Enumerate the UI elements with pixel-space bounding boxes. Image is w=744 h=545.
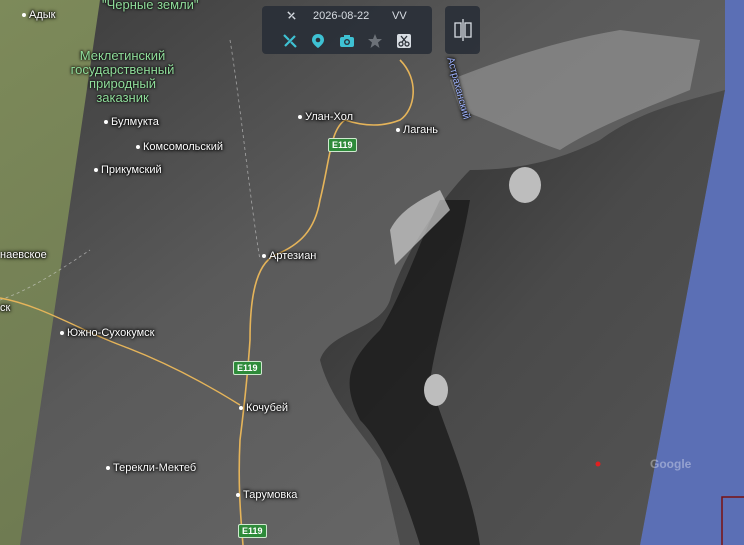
place-label-adyk: Адык xyxy=(22,9,55,21)
place-dot xyxy=(60,331,64,336)
place-label-yuzhno-sukhokumsk: Южно-Сухокумск xyxy=(60,327,154,339)
place-dot xyxy=(396,128,400,133)
image-toolbar: 2026-08-22 VV xyxy=(262,6,432,54)
reserve-line: природный xyxy=(88,76,157,91)
place-name: Адык xyxy=(29,9,56,21)
place-name: Терекли-Мектеб xyxy=(113,462,197,474)
place-label-bulmukta: Булмукта xyxy=(104,116,159,128)
area-label-reserve: Меклетинский государственный природный з… xyxy=(50,49,195,105)
place-label-ulan-khol: Улан-Хол xyxy=(298,111,353,123)
place-name: Булмукта xyxy=(111,116,159,128)
place-dot xyxy=(94,168,98,173)
satellite-icon[interactable] xyxy=(279,30,301,52)
place-label-artezian: Артезиан xyxy=(262,250,316,262)
place-name: Артезиан xyxy=(269,250,317,262)
reserve-line: государственный xyxy=(70,62,175,77)
place-name: Кочубей xyxy=(246,402,289,414)
reserve-line: заказник xyxy=(96,90,149,105)
star-icon[interactable] xyxy=(364,30,386,52)
place-label-komsomolsky: Комсомольский xyxy=(136,141,223,153)
place-name: Тарумовка xyxy=(243,489,298,501)
place-dot xyxy=(136,145,140,150)
place-dot xyxy=(262,254,266,259)
road-shield: E119 xyxy=(233,361,262,375)
camera-icon[interactable] xyxy=(336,30,358,52)
scissors-icon[interactable] xyxy=(393,30,415,52)
acquisition-date: 2026-08-22 xyxy=(313,10,370,22)
place-dot xyxy=(104,120,108,125)
road-shield: E119 xyxy=(238,524,267,538)
place-name: Комсомольский xyxy=(143,141,224,153)
location-icon[interactable] xyxy=(307,30,329,52)
place-name: Улан-Хол xyxy=(305,111,354,123)
satellite-small-icon xyxy=(286,10,297,24)
marker-point[interactable] xyxy=(595,461,601,467)
place-label-tarumovka: Тарумовка xyxy=(236,489,297,501)
island xyxy=(424,374,448,406)
place-dot xyxy=(22,13,26,18)
place-dot xyxy=(236,493,240,498)
place-name: Южно-Сухокумск xyxy=(67,327,155,339)
place-label-kochubey: Кочубей xyxy=(239,402,288,414)
reserve-line: Меклетинский xyxy=(79,48,166,63)
place-dot xyxy=(106,466,110,471)
place-dot xyxy=(298,115,302,120)
place-label-naevskoe: наевское xyxy=(0,249,47,261)
place-label-terekli-mekteb: Терекли-Мектеб xyxy=(106,462,196,474)
place-label-sk: ск xyxy=(0,302,11,314)
island xyxy=(509,167,541,203)
toolbar-info-row: 2026-08-22 VV xyxy=(262,8,432,26)
place-name: Лагань xyxy=(403,124,439,136)
place-label-lagan: Лагань xyxy=(396,124,438,136)
place-dot xyxy=(239,406,243,411)
polarization-label: VV xyxy=(392,10,407,22)
place-name: Прикумский xyxy=(101,164,162,176)
place-label-prikumsky: Прикумский xyxy=(94,164,162,176)
toolbar-actions xyxy=(262,30,432,52)
road-shield: E119 xyxy=(328,138,357,152)
split-view-button[interactable] xyxy=(445,6,480,54)
google-watermark: Google xyxy=(650,457,692,471)
split-view-icon xyxy=(453,19,472,41)
area-label-chernye-zemli: "Черные земли" xyxy=(102,0,199,12)
